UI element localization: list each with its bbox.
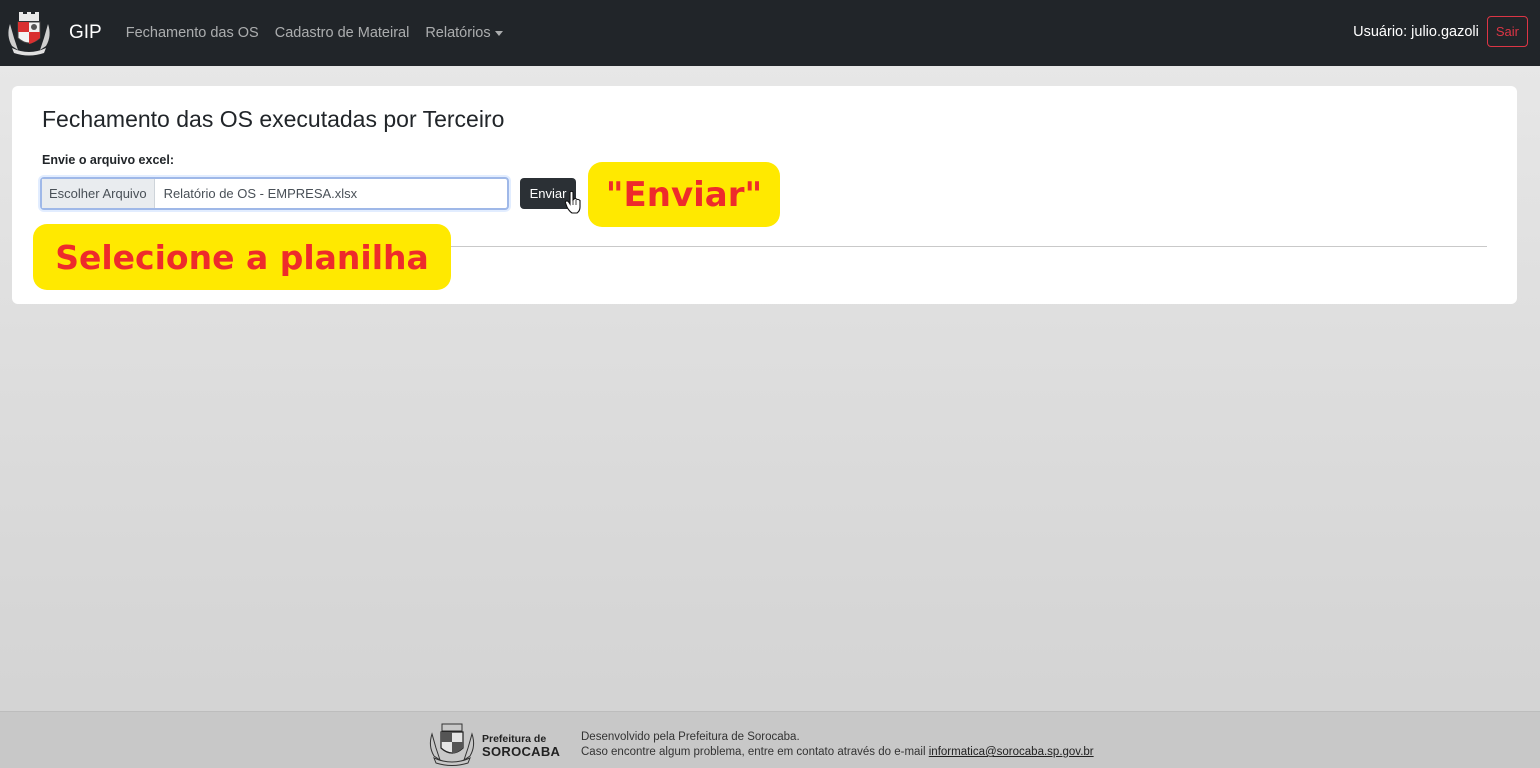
footer-line1: Desenvolvido pela Prefeitura de Sorocaba… <box>581 731 800 743</box>
file-input-label: Envie o arquivo excel: <box>42 153 174 167</box>
nav-link-cadastro-material[interactable]: Cadastro de Mateiral <box>275 25 410 41</box>
top-navbar: GIP Fechamento das OS Cadastro de Mateir… <box>0 0 1540 66</box>
brand-name[interactable]: GIP <box>69 22 102 44</box>
city-coat-of-arms-icon[interactable] <box>4 10 54 56</box>
choose-file-button[interactable]: Escolher Arquivo <box>42 179 155 208</box>
hand-pointer-icon <box>564 190 581 214</box>
selected-file-name: Relatório de OS - EMPRESA.xlsx <box>163 186 358 201</box>
footer-brand-line1: Prefeitura de <box>482 733 547 745</box>
annotation-selecione-planilha: Selecione a planilha <box>33 224 451 290</box>
page-title: Fechamento das OS executadas por Terceir… <box>42 106 505 132</box>
user-area: Usuário: julio.gazoli Sair <box>1353 16 1528 47</box>
footer-email-link[interactable]: informatica@sorocaba.sp.gov.br <box>929 746 1094 758</box>
footer-text: Desenvolvido pela Prefeitura de Sorocaba… <box>581 730 1094 760</box>
logout-button[interactable]: Sair <box>1486 16 1528 47</box>
user-name: Usuário: julio.gazoli <box>1353 23 1479 40</box>
footer-brand: Prefeitura de SOROCABA <box>482 734 560 758</box>
nav-dropdown-relatorios-label: Relatórios <box>425 25 491 41</box>
nav-link-fechamento[interactable]: Fechamento das OS <box>126 25 259 41</box>
footer: Prefeitura de SOROCABA Desenvolvido pela… <box>0 711 1540 768</box>
footer-brand-line2: SOROCABA <box>482 743 561 759</box>
caret-down-icon <box>494 30 503 36</box>
footer-line2-text: Caso encontre algum problema, entre em c… <box>581 746 929 758</box>
annotation-enviar: "Enviar" <box>588 162 780 227</box>
footer-line2: Caso encontre algum problema, entre em c… <box>581 745 1094 760</box>
file-input[interactable]: Escolher Arquivo Relatório de OS - EMPRE… <box>40 177 509 210</box>
city-coat-of-arms-icon <box>429 723 475 766</box>
nav-dropdown-relatorios[interactable]: Relatórios <box>425 25 503 41</box>
